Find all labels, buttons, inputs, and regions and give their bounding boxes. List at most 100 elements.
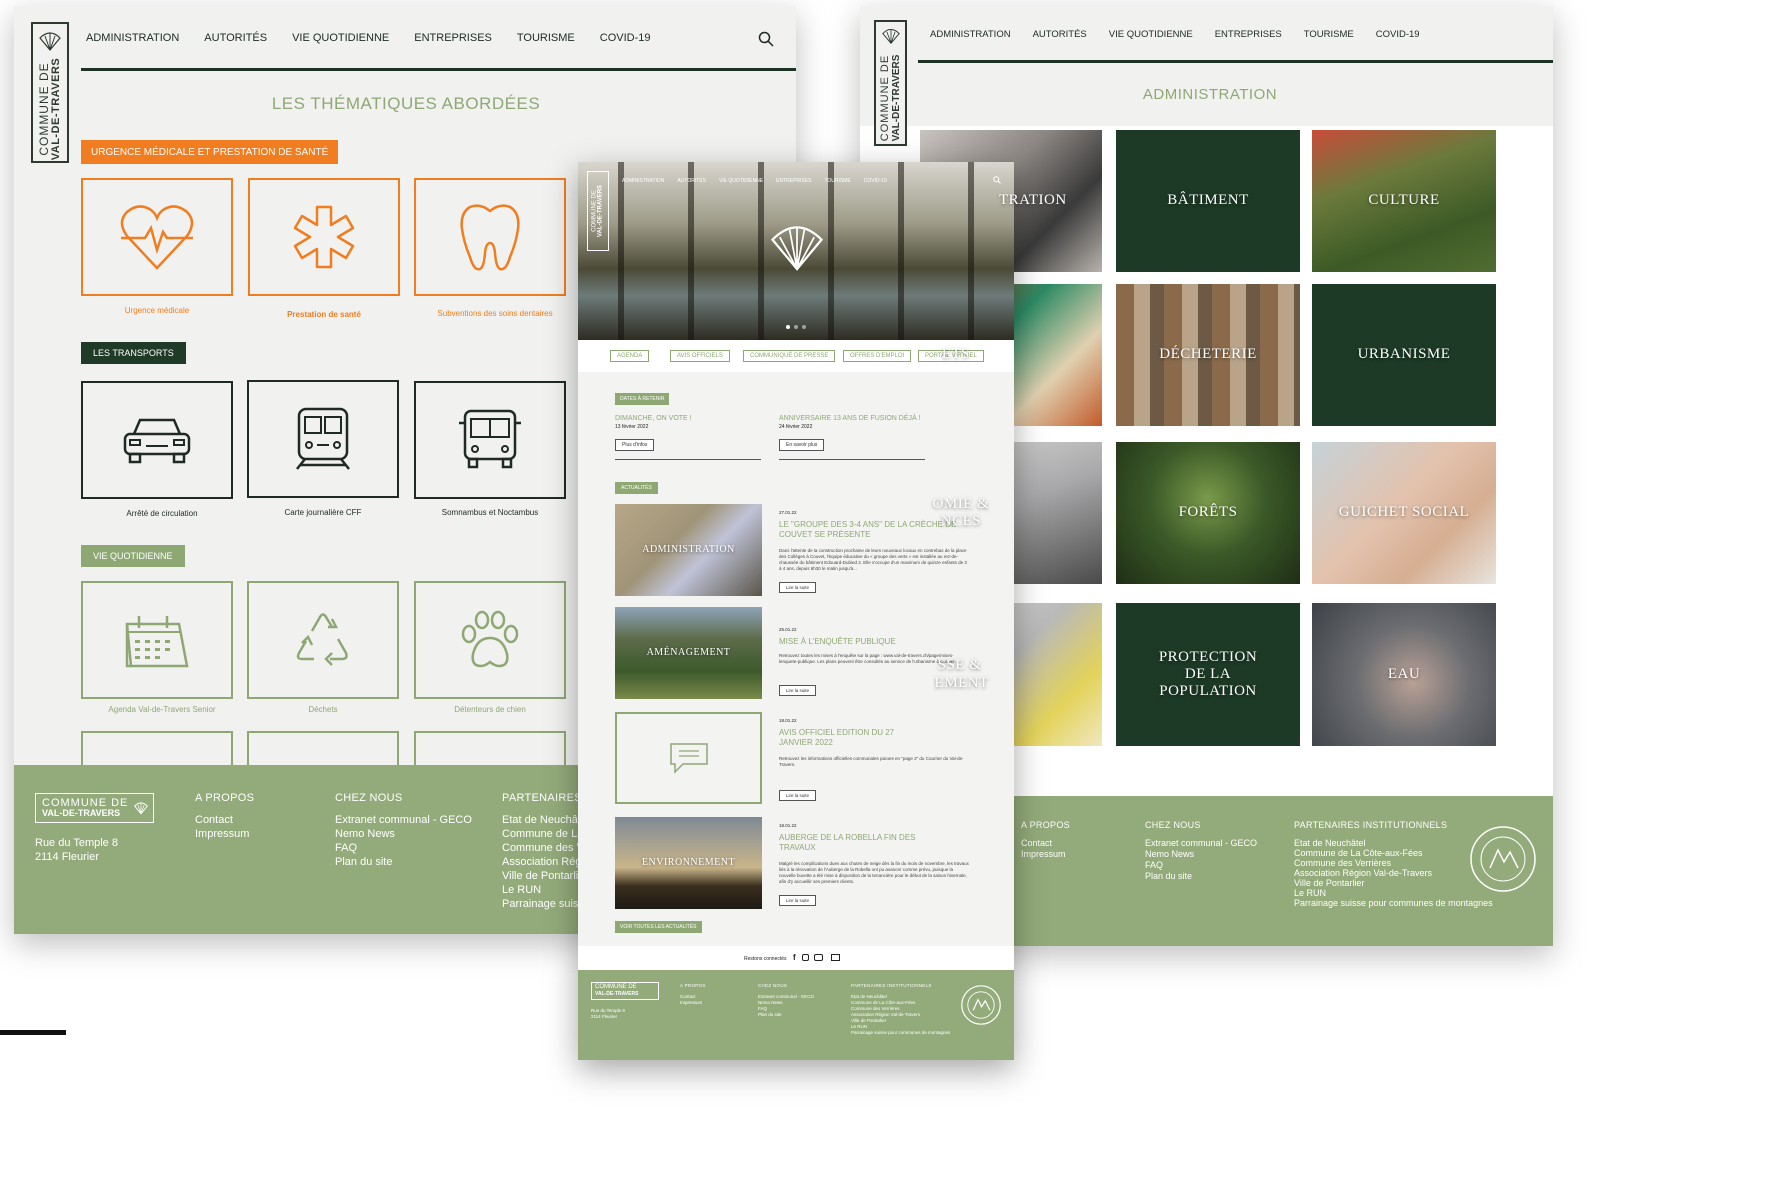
footer-link-nemo[interactable]: Nemo News bbox=[335, 827, 472, 841]
email-icon[interactable] bbox=[831, 954, 840, 961]
tile-arrete-circulation[interactable] bbox=[81, 381, 233, 499]
footer-link-faq[interactable]: FAQ bbox=[335, 841, 472, 855]
footer-link-partner[interactable]: Parrainage suisse pour communes de monta… bbox=[851, 1030, 950, 1036]
nav-item-vie-quotidienne[interactable]: VIE QUOTIDIENNE bbox=[292, 32, 389, 44]
tile-somnambus[interactable] bbox=[414, 381, 566, 499]
category-tile-culture[interactable]: CULTURE bbox=[1312, 130, 1496, 272]
tile-soins-dentaires[interactable] bbox=[414, 178, 566, 296]
nav-item-covid[interactable]: COVID-19 bbox=[1376, 29, 1420, 40]
caption-chien[interactable]: Détenteurs de chien bbox=[414, 705, 566, 714]
nav-item-entreprises[interactable]: ENTREPRISES bbox=[776, 178, 811, 184]
news-image-placeholder[interactable] bbox=[615, 712, 762, 804]
tile-carte-cff[interactable] bbox=[247, 380, 399, 498]
hero-dots[interactable] bbox=[786, 325, 806, 329]
carousel-dot[interactable] bbox=[802, 325, 806, 329]
read-more-button[interactable]: Lire la suite bbox=[779, 685, 817, 696]
footer-link-contact[interactable]: Contact bbox=[195, 813, 249, 827]
footer-link-impressum[interactable]: Impressum bbox=[1021, 849, 1066, 860]
footer-link-partner[interactable]: Etat de Neuchâtel bbox=[1294, 838, 1493, 848]
news-image[interactable]: AMÉNAGEMENT bbox=[615, 607, 762, 699]
category-tile-batiment[interactable]: BÂTIMENT bbox=[1116, 130, 1300, 272]
tile-prestation-sante[interactable] bbox=[248, 178, 400, 296]
footer-link-partner[interactable]: Commune de La Côte-aux-Fées bbox=[1294, 848, 1493, 858]
footer-link-plan[interactable]: Plan du site bbox=[758, 1012, 814, 1018]
news-image[interactable]: ADMINISTRATION bbox=[615, 504, 762, 596]
caption-prestation-sante[interactable]: Prestation de santé bbox=[248, 310, 400, 319]
nav-item-administration[interactable]: ADMINISTRATION bbox=[930, 29, 1011, 40]
quick-link-agenda[interactable]: AGENDA bbox=[610, 350, 650, 362]
search-icon[interactable] bbox=[993, 176, 1001, 184]
category-tile-guichet-social[interactable]: GUICHET SOCIAL bbox=[1312, 442, 1496, 584]
nav-item-autorites[interactable]: AUTORITÉS bbox=[204, 32, 267, 44]
carousel-dot[interactable] bbox=[786, 325, 790, 329]
footer-link-impressum[interactable]: Impressum bbox=[195, 827, 249, 841]
date-more-button[interactable]: Plus d'infos bbox=[615, 439, 655, 451]
date-more-button[interactable]: En savoir plus bbox=[779, 439, 825, 451]
nav-item-autorites[interactable]: AUTORITÉS bbox=[677, 178, 706, 184]
news-image[interactable]: ENVIRONNEMENT bbox=[615, 817, 762, 909]
footer-logo[interactable]: COMMUNE DE VAL-DE-TRAVERS bbox=[591, 982, 659, 1000]
nav-item-administration[interactable]: ADMINISTRATION bbox=[86, 32, 179, 44]
footer-link-plan[interactable]: Plan du site bbox=[1145, 871, 1257, 882]
category-tile-forets[interactable]: FORÊTS bbox=[1116, 442, 1300, 584]
nav-item-covid[interactable]: COVID-19 bbox=[864, 178, 887, 184]
youtube-icon[interactable] bbox=[814, 954, 823, 961]
category-tile-eau[interactable]: EAU bbox=[1312, 603, 1496, 746]
category-tile-protection[interactable]: PROTECTION DE LA POPULATION bbox=[1116, 603, 1300, 746]
caption-agenda-senior[interactable]: Agenda Val-de-Travers Senior bbox=[81, 705, 243, 714]
nav-item-entreprises[interactable]: ENTREPRISES bbox=[1215, 29, 1282, 40]
logo[interactable]: COMMUNE DE VAL-DE-TRAVERS bbox=[874, 20, 907, 146]
search-icon[interactable] bbox=[758, 31, 774, 47]
footer-link-faq[interactable]: FAQ bbox=[1145, 860, 1257, 871]
nav-item-covid[interactable]: COVID-19 bbox=[600, 32, 651, 44]
read-more-button[interactable]: Lire la suite bbox=[779, 895, 817, 906]
date-title[interactable]: ANNIVERSAIRE 13 ANS DE FUSION DÉJÀ ! bbox=[779, 415, 925, 422]
footer-link-partner[interactable]: Le RUN bbox=[1294, 888, 1493, 898]
tile-chien[interactable] bbox=[414, 581, 566, 699]
caption-soins-dentaires[interactable]: Subventions des soins dentaires bbox=[414, 309, 576, 318]
quick-link-communique[interactable]: COMMUNIQUÉ DE PRESSE bbox=[743, 350, 836, 362]
nav-item-tourisme[interactable]: TOURISME bbox=[1304, 29, 1354, 40]
all-news-button[interactable]: VOIR TOUTES LES ACTUALITÉS bbox=[615, 921, 702, 933]
caption-arrete-circulation[interactable]: Arrêté de circulation bbox=[81, 509, 243, 518]
nav-item-entreprises[interactable]: ENTREPRISES bbox=[414, 32, 492, 44]
category-tile-decheterie[interactable]: DÉCHETERIE bbox=[1116, 284, 1300, 426]
caption-somnambus[interactable]: Somnambus et Noctambus bbox=[414, 508, 566, 517]
tile-dechets[interactable] bbox=[247, 581, 399, 699]
instagram-icon[interactable] bbox=[802, 954, 809, 961]
tile-agenda-senior[interactable] bbox=[81, 581, 233, 699]
footer-link-partner[interactable]: Association Région Val-de-Travers bbox=[1294, 868, 1493, 878]
facebook-icon[interactable]: f bbox=[793, 953, 796, 962]
footer-link-nemo[interactable]: Nemo News bbox=[1145, 849, 1257, 860]
nav-item-vie-quotidienne[interactable]: VIE QUOTIDIENNE bbox=[1109, 29, 1193, 40]
footer-link-partner[interactable]: Commune des Verrières bbox=[1294, 858, 1493, 868]
footer-link-plan[interactable]: Plan du site bbox=[335, 855, 472, 869]
carousel-dot[interactable] bbox=[794, 325, 798, 329]
nav-item-autorites[interactable]: AUTORITÉS bbox=[1033, 29, 1087, 40]
nav-item-administration[interactable]: ADMINISTRATION bbox=[622, 178, 664, 184]
caption-carte-cff[interactable]: Carte journalière CFF bbox=[247, 508, 399, 517]
read-more-button[interactable]: Lire la suite bbox=[779, 582, 817, 593]
logo[interactable]: COMMUNE DE VAL-DE-TRAVERS bbox=[587, 171, 609, 251]
footer-logo[interactable]: COMMUNE DE VAL-DE-TRAVERS bbox=[35, 793, 154, 823]
caption-dechets[interactable]: Déchets bbox=[247, 705, 399, 714]
footer-link-partner[interactable]: Ville de Pontarlier bbox=[1294, 878, 1493, 888]
footer-link-geco[interactable]: Extranet communal - GECO bbox=[335, 813, 472, 827]
footer-link-impressum[interactable]: Impressum bbox=[680, 1000, 702, 1006]
news-title[interactable]: AUBERGE DE LA ROBELLA FIN DES TRAVAUX bbox=[779, 833, 929, 853]
nav-item-tourisme[interactable]: TOURISME bbox=[517, 32, 575, 44]
footer-link-contact[interactable]: Contact bbox=[1021, 838, 1066, 849]
quick-link-emploi[interactable]: OFFRES D'EMPLOI bbox=[843, 350, 912, 362]
nav-item-tourisme[interactable]: TOURISME bbox=[824, 178, 850, 184]
nav-item-vie-quotidienne[interactable]: VIE QUOTIDIENNE bbox=[719, 178, 763, 184]
footer-link-geco[interactable]: Extranet communal - GECO bbox=[1145, 838, 1257, 849]
category-tile-urbanisme[interactable]: URBANISME bbox=[1312, 284, 1496, 426]
news-title[interactable]: AVIS OFFICIEL EDITION DU 27 JANVIER 2022 bbox=[779, 728, 929, 748]
read-more-button[interactable]: Lire la suite bbox=[779, 790, 817, 801]
logo[interactable]: COMMUNE DE VAL-DE-TRAVERS bbox=[31, 22, 69, 163]
caption-urgence-medicale[interactable]: Urgence médicale bbox=[81, 306, 233, 315]
news-title[interactable]: MISE À L'ENQUÊTE PUBLIQUE bbox=[779, 637, 969, 646]
tile-urgence-medicale[interactable] bbox=[81, 178, 233, 296]
date-title[interactable]: DIMANCHE, ON VOTE ! bbox=[615, 415, 761, 422]
quick-link-avis[interactable]: AVIS OFFICIELS bbox=[670, 350, 730, 362]
